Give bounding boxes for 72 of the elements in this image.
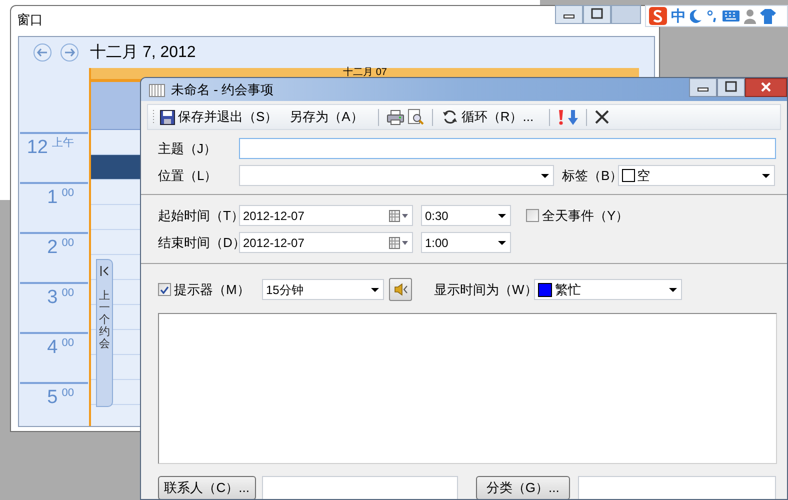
printer-icon[interactable]	[387, 110, 404, 124]
down-arrow-icon[interactable]	[568, 110, 578, 124]
calendar-grid-icon[interactable]	[389, 236, 409, 248]
minute-label: 00	[62, 188, 74, 199]
hour-label: 4	[47, 338, 58, 357]
shirt-icon[interactable]	[760, 8, 776, 24]
tag-dropdown[interactable]: 空	[618, 165, 775, 186]
show-as-dropdown[interactable]: 繁忙	[534, 279, 682, 300]
reminder-checkbox[interactable]: 提示器（M）	[158, 280, 262, 300]
minute-label: 00	[62, 388, 74, 399]
minute-label: 上午	[52, 138, 74, 149]
delete-x-icon[interactable]	[594, 110, 609, 124]
save-and-close-button[interactable]: 保存并退出（S）	[159, 107, 279, 127]
keyboard-icon[interactable]	[722, 10, 740, 22]
contacts-input[interactable]	[262, 476, 458, 499]
magnifier-page-icon[interactable]	[408, 109, 424, 125]
date-picker[interactable]: 2012-12-07	[239, 232, 413, 253]
all-day-checkbox[interactable]: 全天事件（Y）	[526, 206, 629, 226]
dropdown-arrow-icon[interactable]	[497, 240, 507, 246]
moon-icon[interactable]	[690, 9, 702, 23]
check-icon	[160, 286, 169, 294]
dropdown-arrow-icon[interactable]	[370, 286, 380, 292]
sound-button[interactable]	[389, 278, 412, 301]
calendar-grid-icon[interactable]	[389, 210, 409, 222]
jump-first-icon	[100, 266, 109, 276]
date-title: 十二月 7, 2012	[90, 42, 196, 62]
hour-label: 2	[47, 238, 58, 257]
save-as-button[interactable]: 另存为（A）	[288, 107, 364, 127]
subject-input[interactable]	[239, 138, 776, 159]
checkbox[interactable]	[526, 209, 539, 222]
minute-label: 00	[62, 338, 74, 349]
hour-label: 3	[47, 288, 58, 307]
refresh-arrows-icon	[442, 109, 458, 125]
recurrence-button[interactable]: 循环（R）...	[441, 107, 535, 127]
grip-icon	[152, 109, 155, 125]
contacts-button[interactable]: 联系人（C）...	[158, 476, 256, 499]
minimize-icon[interactable]	[689, 78, 717, 97]
dropdown-arrow-icon[interactable]	[540, 172, 550, 178]
time-dropdown[interactable]: 0:30	[421, 205, 511, 226]
checkbox[interactable]	[158, 283, 171, 296]
hour-label: 1	[47, 188, 58, 207]
categories-button[interactable]: 分类（G）...	[476, 476, 570, 499]
minute-label: 00	[62, 238, 74, 249]
person-icon[interactable]	[744, 8, 756, 24]
reminder-dropdown[interactable]: 15分钟	[262, 279, 384, 300]
field-label: 主题（J）	[158, 140, 218, 158]
hour-label: 5	[47, 388, 58, 407]
maximize-icon[interactable]	[583, 5, 611, 24]
field-label: 位置（L）	[158, 166, 218, 185]
minimize-icon[interactable]	[555, 5, 583, 24]
punctuation-icon[interactable]	[706, 9, 718, 23]
dropdown-arrow-icon[interactable]	[761, 172, 771, 178]
field-label: 结束时间（D）	[158, 234, 239, 252]
s-logo-icon[interactable]	[649, 7, 667, 25]
field-label: 标签（B）	[562, 166, 618, 185]
window-title: 未命名 - 约会事项	[171, 80, 274, 99]
side-tab[interactable]: 上一个约会	[96, 259, 113, 407]
minute-label: 00	[62, 288, 74, 299]
dropdown-arrow-icon[interactable]	[668, 286, 678, 292]
date-picker[interactable]: 2012-12-07	[239, 205, 413, 226]
time-dropdown[interactable]: 1:00	[421, 232, 511, 253]
field-label: 显示时间为（W）	[434, 280, 534, 299]
dropdown-arrow-icon[interactable]	[497, 212, 507, 218]
field-label: 起始时间（T）	[158, 206, 239, 225]
maximize-icon[interactable]	[717, 78, 745, 97]
categories-input[interactable]	[578, 476, 776, 499]
window-title: 窗口	[17, 11, 43, 30]
calendar-icon	[149, 82, 165, 96]
speaker-icon	[394, 283, 408, 296]
exclamation-icon[interactable]	[558, 110, 564, 124]
hour-label: 12	[26, 138, 48, 157]
input-mode-toggle[interactable]: 中	[671, 8, 686, 24]
